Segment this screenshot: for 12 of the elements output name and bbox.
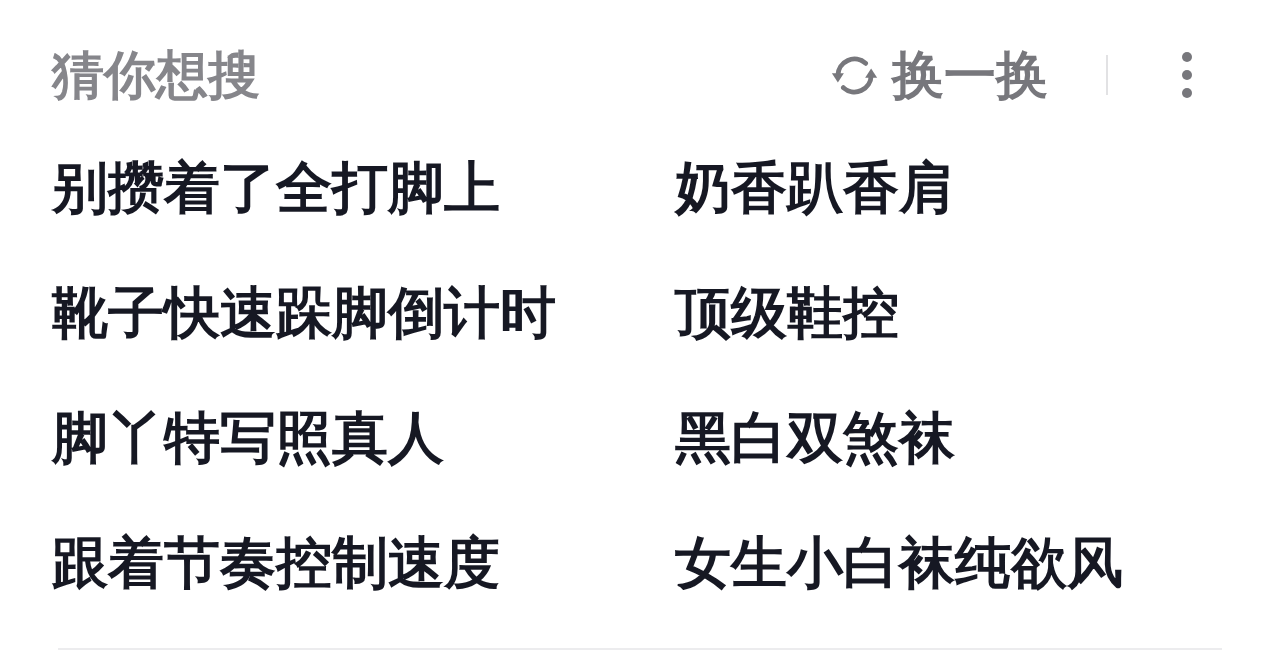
section-title: 猜你想搜 xyxy=(52,45,260,105)
search-suggestion[interactable]: 黑白双煞袜 xyxy=(675,405,955,470)
more-options-icon xyxy=(1182,52,1192,98)
refresh-button[interactable]: 换一换 xyxy=(831,45,1048,105)
search-suggestion[interactable]: 脚丫特写照真人 xyxy=(52,405,444,470)
search-suggestion[interactable]: 奶香趴香肩 xyxy=(675,155,955,220)
search-suggestion[interactable]: 顶级鞋控 xyxy=(675,280,899,345)
search-suggestion[interactable]: 女生小白袜纯欲风 xyxy=(675,530,1123,595)
search-suggestion[interactable]: 靴子快速跺脚倒计时 xyxy=(52,280,556,345)
search-suggestion[interactable]: 别攒着了全打脚上 xyxy=(52,155,500,220)
search-suggestion[interactable]: 跟着节奏控制速度 xyxy=(52,530,500,595)
refresh-icon xyxy=(831,55,878,95)
